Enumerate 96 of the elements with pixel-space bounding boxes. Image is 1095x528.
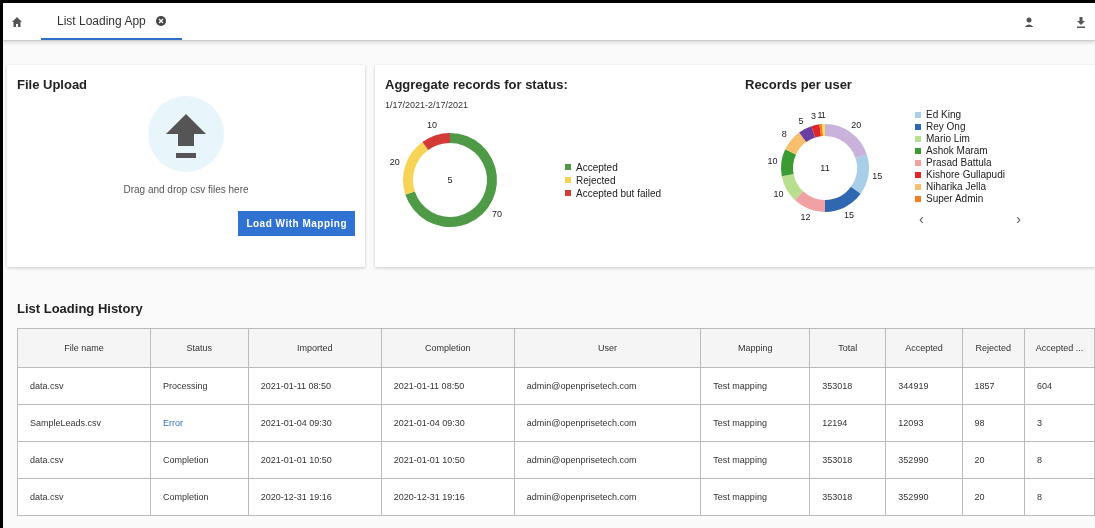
table-cell: 352990 bbox=[898, 492, 929, 502]
chart-title: Aggregate records for status: bbox=[385, 77, 569, 92]
donut-slice bbox=[785, 132, 807, 155]
close-icon[interactable] bbox=[155, 15, 166, 26]
data-label: 15 bbox=[844, 210, 855, 221]
legend-label: Kishore Gullapudi bbox=[926, 169, 1005, 180]
table-cell: 2020-12-31 19:16 bbox=[260, 492, 332, 502]
table-cell: 1857 bbox=[974, 381, 995, 391]
table-cell: 353018 bbox=[822, 492, 853, 502]
table-cell: Test mapping bbox=[713, 418, 767, 428]
data-label: 10 bbox=[773, 188, 784, 199]
date-range: 1/17/2021-2/17/2021 bbox=[385, 100, 470, 110]
table-cell: 2021-01-01 10:50 bbox=[260, 455, 332, 465]
table-cell: 352990 bbox=[898, 455, 929, 465]
center-label: 5 bbox=[447, 175, 453, 185]
table-cell: 8 bbox=[1036, 492, 1042, 502]
table-cell: 344919 bbox=[898, 381, 929, 391]
data-label: 15 bbox=[872, 171, 883, 182]
column-header[interactable]: Status bbox=[150, 328, 249, 368]
card-title: File Upload bbox=[17, 77, 88, 92]
column-header[interactable]: Total bbox=[809, 328, 886, 368]
table-cell: admin@openprisetech.com bbox=[526, 381, 637, 391]
table-cell: data.csv bbox=[30, 381, 64, 391]
data-label: 10 bbox=[767, 156, 778, 167]
data-label: 8 bbox=[781, 129, 787, 140]
table-cell: 2021-01-04 09:30 bbox=[393, 418, 465, 428]
table-cell: 12093 bbox=[898, 418, 924, 428]
table-cell: admin@openprisetech.com bbox=[526, 418, 637, 428]
data-label: 1 bbox=[817, 110, 823, 121]
legend-label: Niharika Jella bbox=[926, 181, 987, 192]
table-cell: Test mapping bbox=[713, 455, 767, 465]
table-cell: Processing bbox=[163, 381, 208, 391]
table-cell: 20 bbox=[974, 492, 985, 502]
load-with-mapping-button[interactable]: Load With Mapping bbox=[238, 211, 355, 236]
column-header[interactable]: Mapping bbox=[700, 328, 810, 368]
table-cell: Test mapping bbox=[713, 492, 767, 502]
column-header[interactable]: Rejected bbox=[962, 328, 1025, 368]
user-icon[interactable] bbox=[1023, 15, 1035, 28]
table-cell: data.csv bbox=[30, 455, 64, 465]
table-cell: 8 bbox=[1036, 455, 1042, 465]
table-cell: 2021-01-01 10:50 bbox=[393, 455, 465, 465]
drop-hint: Drag and drop csv files here bbox=[123, 184, 249, 195]
legend-label: Mario Lim bbox=[926, 133, 970, 144]
legend-swatch bbox=[565, 164, 571, 170]
previous-button[interactable]: ‹ bbox=[915, 211, 928, 227]
app-tab[interactable]: List Loading App bbox=[41, 3, 182, 40]
legend-label: Rejected bbox=[576, 174, 616, 186]
table-cell: Completion bbox=[163, 492, 209, 502]
status-link[interactable]: Error bbox=[163, 418, 183, 428]
data-label: 3 bbox=[810, 111, 816, 122]
data-label: 20 bbox=[851, 120, 862, 131]
table-cell: SampleLeads.csv bbox=[30, 418, 102, 428]
table-cell: 2020-12-31 19:16 bbox=[393, 492, 465, 502]
legend-label: Accepted but failed bbox=[576, 187, 662, 199]
download-icon[interactable] bbox=[1075, 15, 1087, 28]
table-cell: 3 bbox=[1036, 418, 1042, 428]
section-title: List Loading History bbox=[17, 301, 144, 316]
legend-swatch bbox=[565, 177, 571, 183]
column-header[interactable]: File name bbox=[17, 328, 151, 368]
column-header[interactable]: User bbox=[514, 328, 701, 368]
upload-icon[interactable] bbox=[148, 96, 224, 172]
center-label: 11 bbox=[820, 163, 830, 173]
column-header[interactable]: Completion bbox=[381, 328, 515, 368]
data-label: 12 bbox=[800, 212, 811, 223]
legend-label: Prasad Battula bbox=[926, 157, 992, 168]
table-cell: Test mapping bbox=[713, 381, 767, 391]
table-cell: Completion bbox=[163, 455, 209, 465]
table-cell: 353018 bbox=[822, 381, 853, 391]
data-label: 5 bbox=[798, 115, 804, 126]
table-cell: 20 bbox=[974, 455, 985, 465]
table-cell: 98 bbox=[974, 418, 985, 428]
home-icon[interactable] bbox=[11, 15, 23, 28]
table-cell: admin@openprisetech.com bbox=[526, 492, 637, 502]
table-cell: admin@openprisetech.com bbox=[526, 455, 637, 465]
legend-label: Ed King bbox=[926, 109, 962, 120]
chart-title: Records per user bbox=[745, 77, 853, 92]
column-header[interactable]: Accepted bbox=[885, 328, 963, 368]
data-label: 70 bbox=[491, 209, 502, 220]
legend-label: Accepted bbox=[576, 161, 618, 173]
donut-slice bbox=[794, 191, 825, 212]
data-label: 10 bbox=[427, 119, 438, 130]
legend-label: Super Admin bbox=[926, 193, 984, 204]
next-button[interactable]: › bbox=[1012, 211, 1025, 227]
table-cell: 604 bbox=[1036, 381, 1052, 391]
legend-label: Ashok Maram bbox=[926, 145, 988, 156]
table-cell: 353018 bbox=[822, 455, 853, 465]
data-label: 20 bbox=[389, 157, 400, 168]
column-header[interactable]: Accepted ... bbox=[1024, 328, 1095, 368]
table-cell: 2021-01-11 08:50 bbox=[260, 381, 332, 391]
legend-label: Rey Ong bbox=[926, 121, 966, 132]
table-cell: 12194 bbox=[822, 418, 848, 428]
legend-swatch bbox=[565, 190, 571, 196]
table-cell: 2021-01-04 09:30 bbox=[260, 418, 332, 428]
table-cell: data.csv bbox=[30, 492, 64, 502]
table-cell: 2021-01-11 08:50 bbox=[393, 381, 465, 391]
column-header[interactable]: Imported bbox=[248, 328, 382, 368]
